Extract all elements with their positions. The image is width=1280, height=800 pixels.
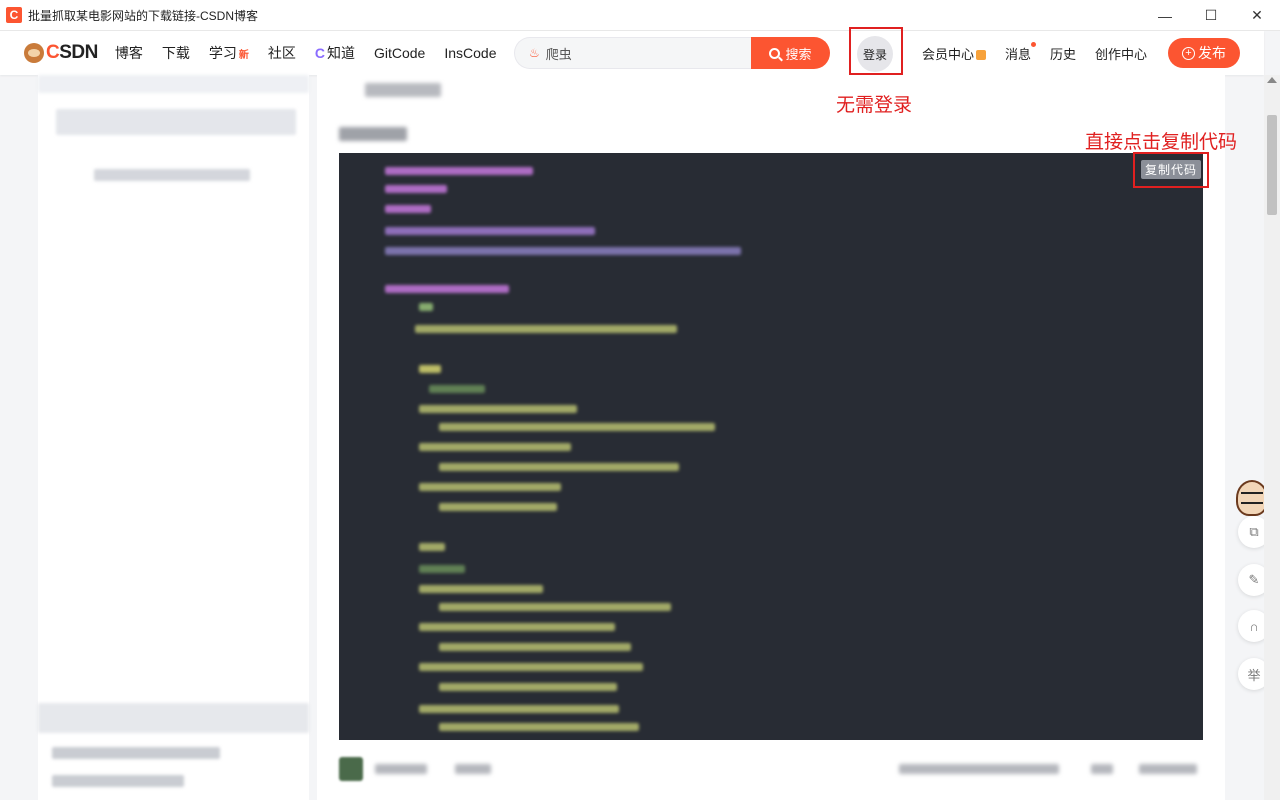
logo-letters-sdn: SDN (59, 42, 98, 63)
code-line (419, 543, 445, 551)
nav-link-inscode[interactable]: InsCode (444, 43, 496, 63)
scrollbar-thumb[interactable] (1267, 115, 1277, 215)
footer-blurred-actions[interactable] (899, 764, 1059, 774)
login-highlight-box (849, 27, 903, 75)
article-footer-bar (339, 752, 1203, 786)
publish-button[interactable]: + 发布 (1168, 38, 1240, 68)
search-bar: ♨ 爬虫 搜索 (514, 37, 830, 69)
nav-link-zhidao-label: 知道 (326, 45, 355, 61)
nav-link-learn-label: 学习 (208, 45, 237, 61)
zhidao-icon: C (314, 45, 325, 61)
annotation-no-login: 无需登录 (836, 94, 913, 116)
sidebar-blurred-block (56, 109, 296, 135)
sidebar-blurred-block (38, 703, 309, 733)
sidebar-blurred-block (52, 775, 184, 787)
code-line (419, 443, 571, 451)
logo-letter-c: C (46, 42, 60, 63)
code-line (439, 723, 639, 731)
footer-blurred-icon[interactable] (1091, 764, 1113, 774)
nav-link-learn[interactable]: 学习新 (209, 43, 249, 63)
code-line (385, 227, 595, 235)
flame-icon: ♨ (529, 46, 540, 60)
nav-link-messages[interactable]: 消息 (1005, 41, 1037, 63)
code-line (419, 483, 561, 491)
maximize-button[interactable]: ☐ (1188, 0, 1234, 31)
code-line (439, 423, 715, 431)
publish-label: 发布 (1198, 45, 1226, 61)
plus-icon: + (1182, 46, 1195, 60)
page-scrollbar[interactable] (1264, 75, 1280, 800)
search-button[interactable]: 搜索 (751, 37, 830, 69)
code-line (439, 643, 631, 651)
code-line (429, 385, 485, 393)
code-line (385, 205, 431, 213)
nav-link-blog[interactable]: 博客 (115, 43, 143, 63)
left-sidebar (38, 75, 309, 800)
code-line (419, 623, 615, 631)
nav-link-history[interactable]: 历史 (1050, 44, 1076, 63)
sidebar-blurred-block (94, 169, 250, 181)
code-line (439, 463, 679, 471)
code-line (419, 705, 619, 713)
code-line (419, 565, 465, 573)
nav-link-creator-center[interactable]: 创作中心 (1095, 44, 1147, 63)
search-button-label: 搜索 (785, 46, 812, 62)
code-line (419, 405, 577, 413)
csdn-app-icon: C (6, 7, 22, 23)
code-line (385, 185, 447, 193)
scroll-up-arrow-icon[interactable] (1267, 77, 1277, 83)
nav-link-gitcode[interactable]: GitCode (374, 43, 425, 63)
code-line (419, 365, 441, 373)
window-controls: — ☐ ✕ (1142, 0, 1280, 31)
mascot-icon (24, 43, 44, 63)
search-icon (769, 47, 781, 59)
window-titlebar: C 批量抓取某电影网站的下载链接-CSDN博客 — ☐ ✕ (0, 0, 1280, 31)
author-blurred-name (375, 764, 427, 774)
nav-link-messages-label: 消息 (1005, 46, 1032, 62)
nav-link-vip[interactable]: 会员中心 (922, 44, 987, 63)
new-badge: 新 (238, 49, 249, 61)
csdn-logo[interactable]: CSDN (24, 42, 98, 64)
code-line (385, 285, 509, 293)
main-nav-links: 博客 下载 学习新 社区 C 知道 GitCode InsCode (115, 43, 516, 63)
code-line (439, 683, 617, 691)
close-button[interactable]: ✕ (1234, 0, 1280, 31)
nav-link-community[interactable]: 社区 (268, 43, 296, 63)
nav-link-zhidao[interactable]: C 知道 (315, 43, 355, 63)
code-line (385, 167, 533, 175)
code-line (439, 603, 671, 611)
sidebar-blurred-block (52, 747, 220, 759)
code-line (415, 325, 677, 333)
window-title: 批量抓取某电影网站的下载链接-CSDN博客 (28, 8, 258, 23)
code-line (419, 303, 433, 311)
annotation-copy-code: 直接点击复制代码 (1085, 131, 1238, 153)
code-line (419, 585, 543, 593)
search-placeholder: 爬虫 (545, 46, 572, 62)
code-line (419, 663, 643, 671)
article-blurred-heading (339, 127, 407, 141)
footer-blurred-text (455, 764, 491, 774)
code-line (385, 247, 741, 255)
search-input[interactable]: ♨ 爬虫 (514, 37, 751, 69)
sidebar-blurred-block (38, 75, 309, 93)
gift-icon (976, 50, 987, 61)
nav-link-vip-label: 会员中心 (922, 46, 975, 62)
code-line (439, 503, 557, 511)
article-blurred-text (365, 83, 441, 97)
author-avatar[interactable] (339, 757, 363, 781)
notification-dot (1031, 41, 1037, 47)
user-nav-links: 会员中心 消息 历史 创作中心 (922, 31, 1166, 75)
top-navigation: CSDN 博客 下载 学习新 社区 C 知道 GitCode InsCode ♨ 爬… (0, 31, 1264, 75)
footer-blurred-button[interactable] (1139, 764, 1197, 774)
code-block (339, 153, 1203, 740)
nav-link-download[interactable]: 下载 (162, 43, 190, 63)
copy-highlight-box (1133, 152, 1209, 188)
minimize-button[interactable]: — (1142, 0, 1188, 31)
